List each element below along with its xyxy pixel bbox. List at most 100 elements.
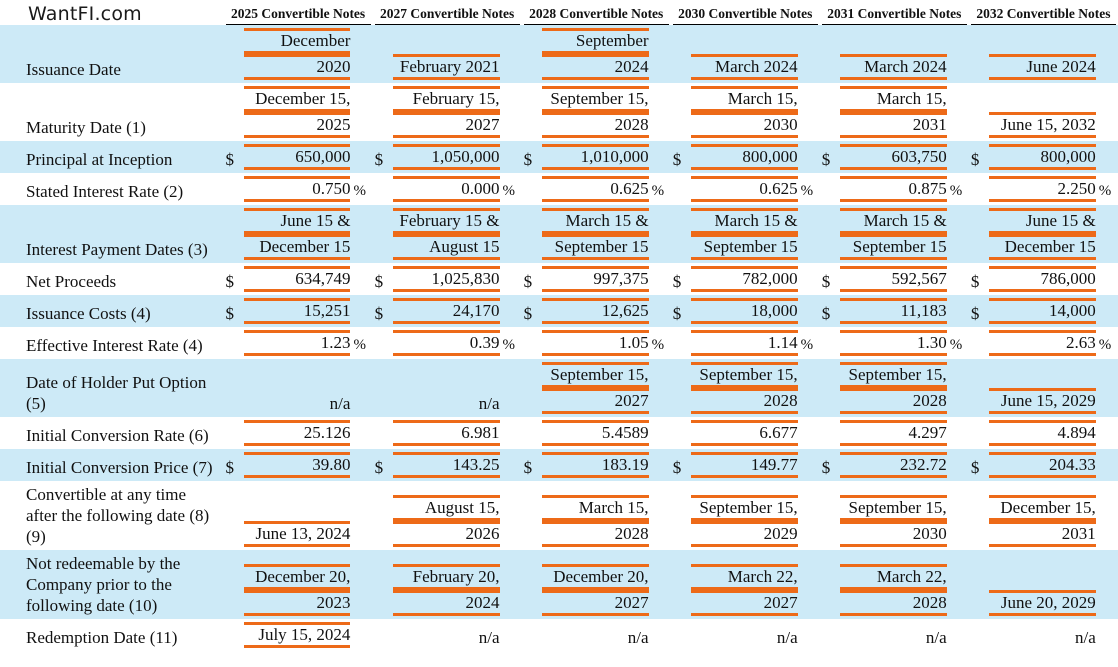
value-line: February 15 &: [392, 208, 500, 234]
spacer-cell: [372, 205, 391, 263]
value-line: 39.80: [243, 452, 351, 478]
value-line: February 2021: [392, 54, 500, 80]
value-line: n/a: [478, 628, 500, 647]
table-cell: 24,170: [390, 295, 502, 327]
table-cell: 650,000: [241, 141, 353, 173]
table-row: Not redeemable by the Company prior to t…: [0, 550, 1118, 619]
value-line: 4.894: [988, 420, 1096, 446]
value-line: n/a: [329, 394, 351, 413]
row-label: Not redeemable by the Company prior to t…: [0, 550, 224, 619]
column-header-4: 2031 Convertible Notes: [820, 0, 969, 25]
table-cell: March 15 & September 15: [688, 205, 800, 263]
table-cell: 2.250: [987, 173, 1098, 205]
table-row: Maturity Date (1) December 15, 2025 Februar…: [0, 83, 1118, 141]
spacer-cell: [521, 359, 540, 417]
spacer-cell: [799, 359, 820, 417]
highlighted-value: 12,625: [541, 298, 649, 324]
percent-symbol: %: [1098, 337, 1112, 353]
table-cell: 14,000: [986, 295, 1098, 327]
spacer-cell: [521, 25, 540, 83]
spacer-cell: [1098, 481, 1118, 550]
spacer-cell: [969, 417, 987, 449]
highlighted-value: February 15, 2027: [392, 86, 500, 138]
value-line: 2024: [541, 54, 649, 80]
value-line: 2026: [392, 521, 500, 547]
spacer-cell: [968, 550, 987, 619]
highlighted-value: 25.126: [243, 420, 351, 446]
value-line: December 20,: [243, 564, 351, 590]
value-line: 782,000: [690, 266, 798, 292]
highlighted-value: 149.77: [690, 452, 798, 478]
highlighted-value: September 15, 2028: [541, 86, 649, 138]
table-row: Interest Payment Dates (3) June 15 & Decem…: [0, 205, 1118, 263]
spacer-cell: [799, 25, 820, 83]
table-cell: 1.14: [689, 327, 800, 359]
percent-symbol: %: [502, 183, 516, 199]
table-cell: 1,025,830: [391, 263, 502, 295]
highlighted-value: 18,000: [690, 298, 798, 324]
spacer-cell: [948, 449, 969, 481]
table-cell: September 15, 2028: [688, 359, 800, 417]
highlighted-value: 0.39: [392, 330, 500, 356]
highlighted-value: September 15, 2029: [690, 495, 798, 547]
spacer-cell: [800, 263, 820, 295]
spacer-cell: [224, 173, 242, 205]
spacer-cell: [651, 417, 671, 449]
spacer-cell: [352, 141, 373, 173]
spacer-cell: [820, 619, 838, 651]
spacer-cell: [948, 550, 969, 619]
spacer-cell: [671, 83, 689, 141]
column-header-label: 2027 Convertible Notes: [374, 0, 520, 25]
highlighted-value: 6.981: [392, 420, 500, 446]
highlighted-value: 1,050,000: [392, 144, 500, 170]
table-cell: June 15, 2032: [987, 83, 1098, 141]
table-cell: December 15, 2025: [242, 83, 353, 141]
table-cell: September 2024: [539, 25, 651, 83]
spacer-cell: [352, 25, 373, 83]
value-line: December 15,: [243, 86, 351, 112]
currency-symbol: $: [970, 272, 980, 291]
spacer-cell: [969, 173, 987, 205]
spacer-cell: [1098, 619, 1118, 651]
table-cell: 800,000: [688, 141, 800, 173]
table-row: Redemption Date (11) July 15, 2024 n/a n/a n…: [0, 619, 1118, 651]
highlighted-value: 997,375: [541, 266, 649, 292]
spacer-cell: [671, 619, 689, 651]
spacer-cell: [670, 205, 689, 263]
percent-symbol: %: [800, 183, 814, 199]
highlighted-value: March 15, 2031: [839, 86, 947, 138]
highlighted-value: 5.4589: [541, 420, 649, 446]
spacer-cell: [373, 327, 391, 359]
row-label: Redemption Date (11): [26, 628, 178, 647]
highlighted-value: June 15 & December 15: [988, 208, 1096, 260]
value-line: 5.4589: [541, 420, 649, 446]
value-line: 1.23: [243, 330, 351, 356]
table-cell: 1.30: [838, 327, 949, 359]
spacer-cell: [819, 205, 838, 263]
highlighted-value: 1,025,830: [392, 266, 500, 292]
value-line: September 15,: [839, 362, 947, 388]
value-line: 2025: [243, 112, 351, 138]
value-line: 6.677: [690, 420, 798, 446]
currency-symbol: $: [225, 272, 235, 291]
spacer-cell: [969, 481, 987, 550]
currency-symbol: $: [968, 449, 987, 481]
currency-symbol: $: [223, 141, 242, 173]
table-cell: March 2024: [837, 25, 949, 83]
spacer-cell: [352, 263, 372, 295]
value-line: March 22,: [839, 564, 947, 590]
spacer-cell: [502, 417, 522, 449]
spacer-cell: [671, 327, 689, 359]
spacer-cell: [949, 619, 969, 651]
table-cell: 18,000: [688, 295, 800, 327]
spacer-cell: [800, 83, 820, 141]
row-label: Maturity Date (1): [26, 118, 146, 137]
value-line: March 15,: [541, 495, 649, 521]
value-line: 2029: [690, 521, 798, 547]
highlighted-value: June 20, 2029: [988, 590, 1096, 616]
value-line: 0.750: [243, 176, 351, 202]
highlighted-value: 782,000: [690, 266, 798, 292]
spacer-cell: [651, 619, 671, 651]
table-row: Stated Interest Rate (2) 0.750% 0.000% 0.62…: [0, 173, 1118, 205]
spacer-cell: [650, 449, 671, 481]
